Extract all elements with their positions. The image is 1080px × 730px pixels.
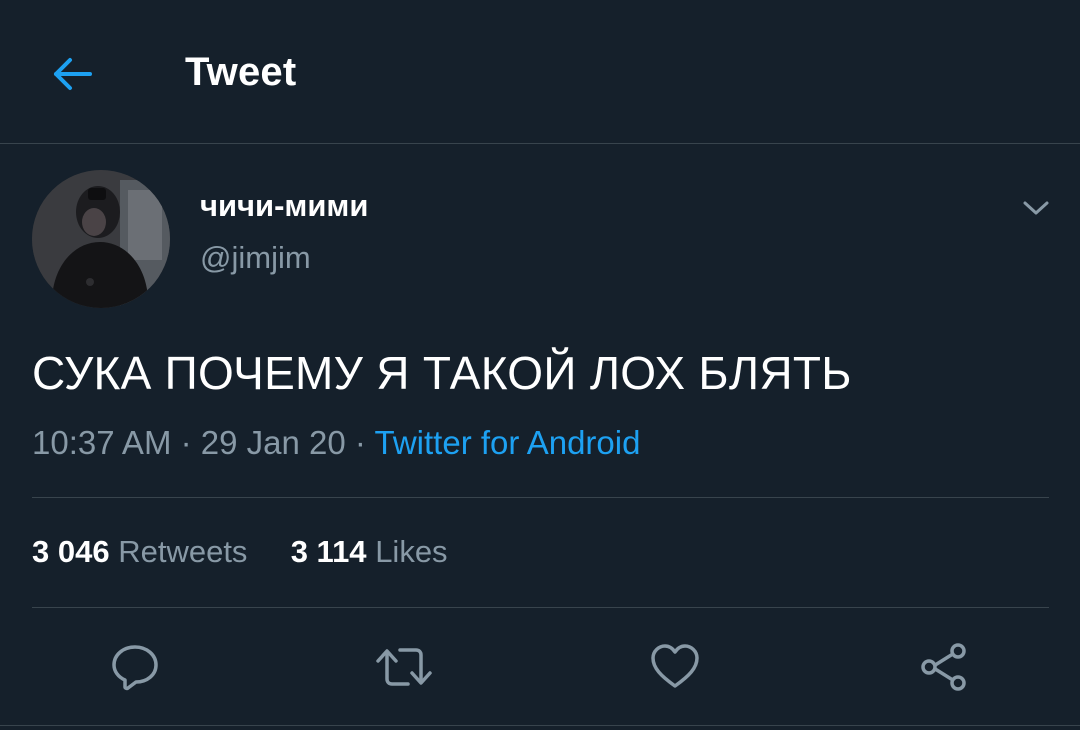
divider bbox=[32, 607, 1049, 608]
tweet-stats: 3 046 Retweets 3 114 Likes bbox=[32, 534, 448, 570]
avatar[interactable] bbox=[32, 170, 170, 308]
reply-button[interactable] bbox=[105, 637, 165, 697]
heart-icon bbox=[651, 644, 699, 688]
tweet-date: 29 Jan 20 bbox=[200, 424, 346, 461]
meta-separator: · bbox=[354, 424, 366, 461]
user-handle[interactable]: @jimjim bbox=[200, 240, 311, 276]
tweet-text: СУКА ПОЧЕМУ Я ТАКОЙ ЛОХ БЛЯТЬ bbox=[32, 347, 852, 399]
retweets-label: Retweets bbox=[118, 534, 248, 569]
more-options-button[interactable] bbox=[1012, 190, 1060, 226]
arrow-left-icon bbox=[54, 58, 92, 90]
divider bbox=[32, 497, 1049, 498]
retweet-button[interactable] bbox=[374, 637, 434, 697]
tweet-meta: 10:37 AM · 29 Jan 20 · Twitter for Andro… bbox=[32, 424, 640, 462]
action-bar bbox=[0, 637, 1080, 697]
likes-label: Likes bbox=[375, 534, 448, 569]
top-bar: Tweet bbox=[0, 0, 1080, 144]
reply-icon bbox=[112, 645, 158, 691]
chevron-down-icon bbox=[1023, 201, 1049, 215]
tweet-page: Tweet чичи-мими @jimjim СУКА ПОЧЕМУ Я ТА… bbox=[0, 0, 1080, 730]
tweet-source-link[interactable]: Twitter for Android bbox=[375, 424, 641, 461]
tweet-time: 10:37 AM bbox=[32, 424, 172, 461]
meta-separator: · bbox=[180, 424, 192, 461]
likes-count: 3 114 bbox=[290, 534, 367, 569]
share-icon bbox=[921, 643, 966, 691]
back-button[interactable] bbox=[44, 46, 100, 102]
share-button[interactable] bbox=[914, 637, 974, 697]
page-title: Tweet bbox=[185, 50, 297, 94]
retweets-stat[interactable]: 3 046 Retweets bbox=[32, 534, 247, 569]
display-name[interactable]: чичи-мими bbox=[200, 188, 368, 224]
bottom-divider bbox=[0, 725, 1080, 726]
avatar-photo bbox=[32, 170, 170, 308]
like-button[interactable] bbox=[645, 637, 705, 697]
retweets-count: 3 046 bbox=[32, 534, 110, 569]
retweet-icon bbox=[376, 648, 432, 686]
likes-stat[interactable]: 3 114 Likes bbox=[291, 534, 448, 569]
